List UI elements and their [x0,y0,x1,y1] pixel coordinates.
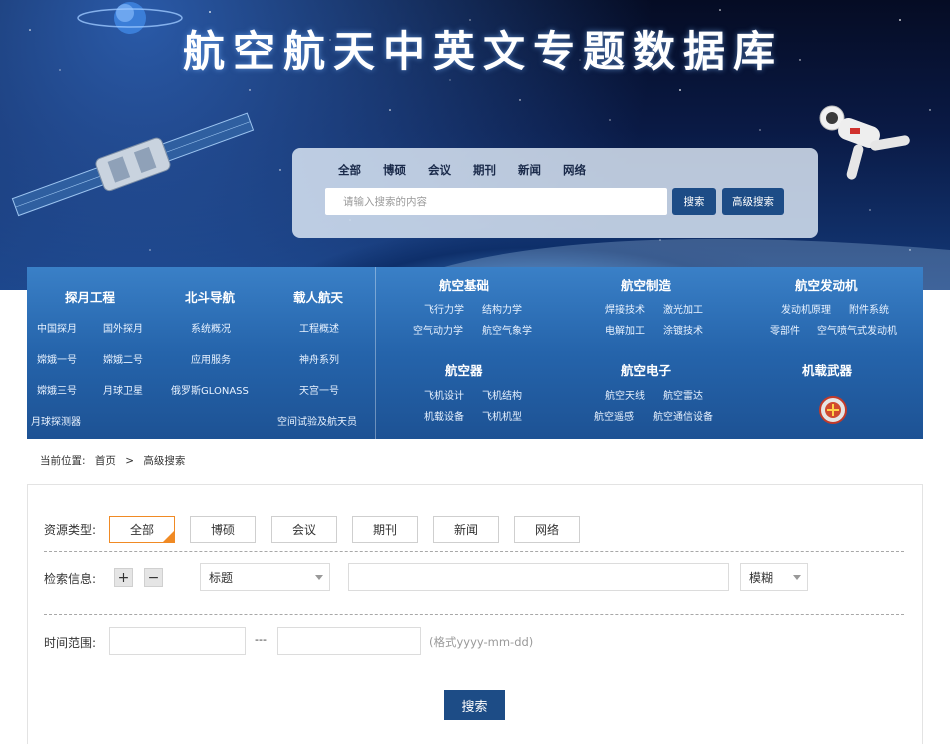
date-range-separator: --- [255,633,267,646]
advanced-search-button[interactable]: 高级搜索 [722,188,784,215]
match-mode-select[interactable]: 模糊 [740,563,808,591]
category-link[interactable]: 焊接技术 [605,301,645,316]
site-title: 航空航天中英文专题数据库 [183,27,784,76]
category-link[interactable]: 航空遥感 [594,408,634,423]
category-link[interactable]: 飞机机型 [482,408,522,423]
header-banner: 航空航天中英文专题数据库 全部 博硕 会议 期刊 新闻 网络 搜索 高级搜索 [0,0,950,290]
search-input[interactable] [325,188,667,215]
category-link[interactable]: 月球卫星 [103,382,143,397]
category-link[interactable]: 中国探月 [37,320,77,335]
search-button[interactable]: 搜索 [672,188,716,215]
breadcrumb-home-link[interactable]: 首页 [95,455,116,467]
category-link[interactable]: 电解加工 [605,322,645,337]
category-title-beidou[interactable]: 北斗导航 [185,287,235,306]
category-link[interactable]: 嫦娥三号 [37,382,77,397]
category-link[interactable]: 发动机原理 [781,301,831,316]
category-title-aero-engine[interactable]: 航空发动机 [795,275,858,294]
chevron-down-icon [793,575,801,580]
category-link[interactable]: 机载设备 [424,408,464,423]
type-option-web[interactable]: 网络 [514,516,580,543]
category-link[interactable]: 空间试验及航天员 [277,413,357,428]
category-title-aircraft[interactable]: 航空器 [445,360,483,379]
resource-type-label: 资源类型: [44,523,97,537]
category-link[interactable]: 飞行力学 [424,301,464,316]
field-select-value: 标题 [209,570,234,585]
category-link[interactable]: 天宫一号 [299,382,339,397]
category-link[interactable]: 激光加工 [663,301,703,316]
match-mode-value: 模糊 [749,570,774,585]
search-tab-thesis[interactable]: 博硕 [383,162,406,178]
type-option-conference[interactable]: 会议 [271,516,337,543]
category-title-manned[interactable]: 载人航天 [293,287,343,306]
category-link[interactable]: 航空通信设备 [653,408,713,423]
category-link[interactable]: 嫦娥二号 [103,351,143,366]
category-link[interactable]: 航空天线 [605,387,645,402]
category-navigation: 探月工程 中国探月 国外探月 嫦娥一号 嫦娥二号 嫦娥三号 月球卫星 月球探测器… [27,267,923,439]
search-tab-news[interactable]: 新闻 [518,162,541,178]
type-option-journal[interactable]: 期刊 [352,516,418,543]
search-tabs: 全部 博硕 会议 期刊 新闻 网络 [338,162,608,178]
weapons-emblem-icon[interactable] [815,395,851,425]
type-option-thesis[interactable]: 博硕 [190,516,256,543]
category-link[interactable]: 航空雷达 [663,387,703,402]
quick-search-panel: 全部 博硕 会议 期刊 新闻 网络 搜索 高级搜索 [292,148,818,238]
breadcrumb: 当前位置: 首页 > 高级搜索 [40,453,191,468]
category-link[interactable]: 国外探月 [103,320,143,335]
breadcrumb-separator: > [125,455,135,467]
category-link[interactable]: 涂镀技术 [663,322,703,337]
breadcrumb-current: 高级搜索 [143,455,186,467]
category-link[interactable]: 月球探测器 [31,413,81,428]
section-divider [44,551,904,552]
category-link[interactable]: 空气喷气式发动机 [817,322,897,337]
category-link[interactable]: 飞机结构 [482,387,522,402]
space-station-icon [11,112,255,217]
category-title-lunar[interactable]: 探月工程 [65,287,115,306]
time-range-label: 时间范围: [44,636,97,650]
query-input[interactable] [348,563,729,591]
category-title-aero-manufacturing[interactable]: 航空制造 [621,275,671,294]
search-tab-journal[interactable]: 期刊 [473,162,496,178]
start-date-input[interactable] [109,627,246,655]
category-link[interactable]: 嫦娥一号 [37,351,77,366]
type-option-news[interactable]: 新闻 [433,516,499,543]
field-select[interactable]: 标题 [200,563,330,591]
submit-search-button[interactable]: 搜索 [444,690,505,720]
breadcrumb-label: 当前位置: [40,455,86,467]
category-link[interactable]: 工程概述 [299,320,339,335]
remove-condition-button[interactable]: − [144,568,163,587]
type-option-all[interactable]: 全部 [109,516,175,543]
category-link[interactable]: 神舟系列 [299,351,339,366]
search-tab-conference[interactable]: 会议 [428,162,451,178]
category-link[interactable]: 结构力学 [482,301,522,316]
category-link[interactable]: 附件系统 [849,301,889,316]
category-divider [375,267,376,439]
category-link[interactable]: 航空气象学 [482,322,532,337]
category-title-airborne-weapons[interactable]: 机载武器 [802,360,852,379]
category-link[interactable]: 空气动力学 [413,322,463,337]
category-link[interactable]: 俄罗斯GLONASS [171,382,249,397]
end-date-input[interactable] [277,627,421,655]
search-tab-web[interactable]: 网络 [563,162,586,178]
query-label: 检索信息: [44,572,97,586]
category-title-avionics[interactable]: 航空电子 [621,360,671,379]
astronaut-icon [819,105,910,180]
section-divider [44,614,904,615]
category-link[interactable]: 应用服务 [191,351,231,366]
date-format-hint: (格式yyyy-mm-dd) [429,635,534,649]
category-link[interactable]: 系统概况 [191,320,231,335]
category-title-aero-basics[interactable]: 航空基础 [439,275,489,294]
search-tab-all[interactable]: 全部 [338,162,361,178]
planet-icon [77,2,183,34]
add-condition-button[interactable]: + [114,568,133,587]
category-link[interactable]: 飞机设计 [424,387,464,402]
chevron-down-icon [315,575,323,580]
category-link[interactable]: 零部件 [770,322,800,337]
